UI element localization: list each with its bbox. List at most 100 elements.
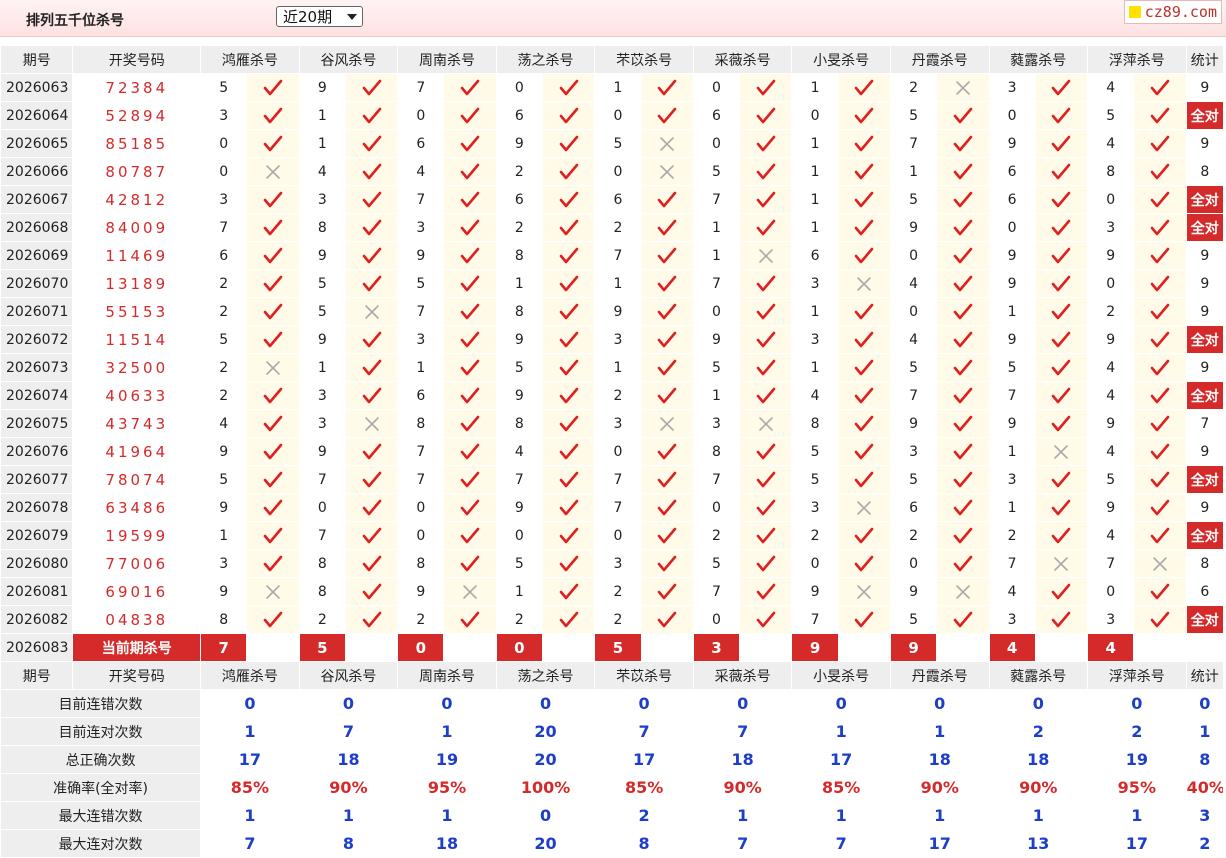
kill-number-cell: 1 [298, 353, 346, 382]
table-row: 2026079 19599 1 7 0 0 0 2 2 2 2 4 全对 [0, 521, 1225, 550]
result-mark-cell [739, 213, 793, 242]
result-mark-cell [936, 409, 990, 438]
table-row: 2026082 04838 8 2 2 2 2 0 7 5 3 3 全对 [0, 605, 1225, 634]
stats-value: 1 [1087, 801, 1187, 830]
result-mark-cell [640, 269, 694, 298]
kill-number-cell: 9 [298, 325, 346, 354]
kill-number-cell: 7 [298, 521, 346, 550]
result-mark-cell [1133, 73, 1187, 102]
check-icon [1150, 163, 1170, 179]
range-select[interactable]: 近20期 [276, 6, 363, 27]
check-icon [263, 611, 283, 627]
check-icon [953, 555, 973, 571]
kill-number-cell: 2 [594, 577, 642, 606]
draw-number-cell: 78074 [72, 465, 202, 494]
check-icon [263, 415, 283, 431]
column-header: 荡之杀号 [495, 45, 596, 74]
kill-number-cell: 8 [495, 409, 544, 438]
result-mark-cell [1133, 521, 1187, 550]
result-mark-cell [837, 521, 891, 550]
column-header: 谷风杀号 [298, 661, 399, 690]
check-icon [854, 359, 874, 375]
cross-icon [857, 276, 872, 291]
kill-number-cell: 9 [298, 437, 346, 466]
check-icon [362, 387, 381, 403]
check-icon [1052, 583, 1071, 599]
result-mark-cell [936, 437, 990, 466]
check-icon [1052, 471, 1071, 487]
stats-value: 0 [397, 689, 497, 718]
current-kill-number: 5 [298, 633, 346, 662]
check-icon [1150, 275, 1170, 291]
check-icon [756, 471, 776, 487]
check-icon [460, 555, 480, 571]
site-logo[interactable]: cz89.com [1123, 0, 1222, 24]
kill-number-cell: 9 [988, 325, 1036, 354]
row-stat-cell: 9 [1185, 269, 1225, 298]
check-icon [1052, 387, 1071, 403]
check-icon [953, 191, 973, 207]
result-mark-cell [837, 353, 891, 382]
stats-value: 7 [791, 829, 891, 858]
table-row: 2026066 80787 0 4 4 2 0 5 1 1 6 8 8 [0, 157, 1225, 186]
check-icon [460, 79, 480, 95]
result-mark-cell [443, 185, 497, 214]
period-cell: 2026081 [0, 577, 74, 606]
check-icon [854, 219, 874, 235]
stats-value: 18 [988, 745, 1089, 774]
draw-number-cell: 11469 [72, 241, 202, 270]
column-header: 期号 [0, 661, 74, 690]
check-icon [756, 191, 776, 207]
kill-number-cell: 8 [298, 213, 346, 242]
kill-number-cell: 3 [397, 213, 445, 242]
kill-number-cell: 7 [594, 493, 642, 522]
period-cell: 2026080 [0, 549, 74, 578]
check-icon [756, 527, 776, 543]
result-mark-cell [936, 381, 990, 410]
check-icon [263, 387, 283, 403]
check-icon [756, 275, 776, 291]
kill-number-cell: 3 [594, 409, 642, 438]
check-icon [1150, 247, 1170, 263]
stats-value: 1 [791, 717, 891, 746]
result-mark-cell [936, 465, 990, 494]
check-icon [460, 331, 480, 347]
kill-number-cell: 7 [791, 605, 839, 634]
table-row: 2026073 32500 2 1 1 5 1 5 1 5 5 4 9 [0, 353, 1225, 382]
check-icon [559, 611, 578, 627]
cross-icon [266, 164, 280, 179]
stats-label: 总正确次数 [0, 745, 202, 774]
kill-number-cell: 8 [495, 241, 544, 270]
kill-number-cell: 4 [1087, 521, 1135, 550]
period-cell: 2026075 [0, 409, 74, 438]
period-cell: 2026077 [0, 465, 74, 494]
result-mark-cell [1034, 325, 1089, 354]
result-mark-cell [246, 73, 300, 102]
check-icon [854, 79, 874, 95]
check-icon [559, 499, 578, 515]
kill-number-cell: 0 [495, 73, 544, 102]
check-icon [854, 247, 874, 263]
stats-value: 17 [594, 745, 694, 774]
cross-icon [758, 248, 773, 263]
kill-number-cell: 7 [495, 465, 544, 494]
stats-value: 1 [692, 801, 793, 830]
result-mark-cell [739, 493, 793, 522]
period-cell: 2026082 [0, 605, 74, 634]
check-icon [263, 303, 283, 319]
kill-number-cell: 2 [594, 381, 642, 410]
result-mark-cell [542, 605, 596, 634]
kill-number-cell: 0 [791, 101, 839, 130]
check-icon [1052, 79, 1071, 95]
result-mark-cell [936, 101, 990, 130]
cross-icon [266, 360, 280, 375]
result-mark-cell [739, 73, 793, 102]
kill-number-cell: 3 [298, 409, 346, 438]
column-header: 周南杀号 [397, 45, 497, 74]
result-mark-cell [837, 185, 891, 214]
stats-value: 0 [791, 689, 891, 718]
check-icon [953, 303, 973, 319]
check-icon [657, 527, 677, 543]
check-icon [1150, 303, 1170, 319]
row-stat-cell: 全对 [1185, 213, 1225, 242]
